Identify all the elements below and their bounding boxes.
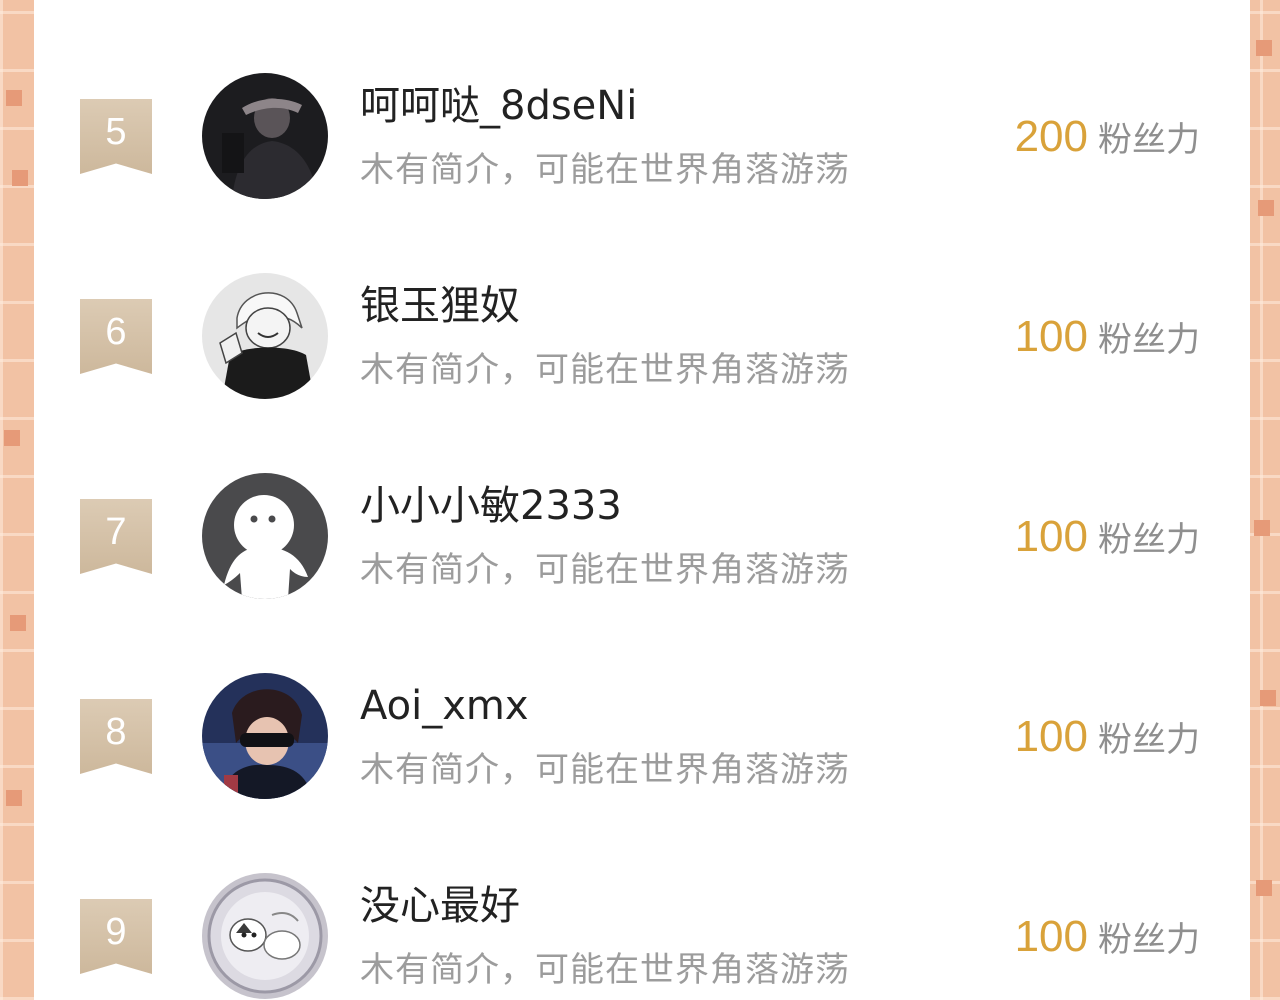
fan-power: 200 粉丝力 — [1015, 112, 1200, 162]
pattern-dot — [6, 790, 22, 806]
fan-power-value: 200 — [1014, 112, 1088, 161]
avatar-default[interactable] — [202, 473, 328, 599]
rank-badge: 6 — [80, 299, 152, 374]
pattern-dot — [1256, 880, 1272, 896]
user-bio: 木有简介，可能在世界角落游荡 — [360, 750, 850, 790]
left-background-pattern — [0, 0, 34, 1000]
fan-power-unit: 粉丝力 — [1098, 720, 1200, 760]
avatar-dark-photo[interactable] — [202, 73, 328, 199]
fan-power-unit: 粉丝力 — [1098, 320, 1200, 360]
user-bio: 木有简介，可能在世界角落游荡 — [360, 350, 850, 390]
rank-badge: 7 — [80, 499, 152, 574]
pattern-dot — [1256, 40, 1272, 56]
fan-power-value: 100 — [1014, 912, 1088, 961]
pattern-dot — [6, 90, 22, 106]
user-name[interactable]: 小小小敏2333 — [360, 480, 622, 532]
pattern-dot — [10, 615, 26, 631]
right-background-pattern — [1250, 0, 1280, 1000]
user-name[interactable]: 没心最好 — [360, 880, 520, 932]
rank-badge: 8 — [80, 699, 152, 774]
fan-power-unit: 粉丝力 — [1098, 520, 1200, 560]
fan-power: 100 粉丝力 — [1015, 512, 1200, 562]
user-bio: 木有简介，可能在世界角落游荡 — [360, 150, 850, 190]
avatar-anime-color[interactable] — [202, 673, 328, 799]
fan-power: 100 粉丝力 — [1015, 912, 1200, 962]
pattern-dot — [1260, 690, 1276, 706]
fan-power-value: 100 — [1014, 712, 1088, 761]
rank-badge: 9 — [80, 899, 152, 974]
fan-power-value: 100 — [1014, 312, 1088, 361]
pattern-dot — [1254, 520, 1270, 536]
avatar-anime-mono[interactable] — [202, 273, 328, 399]
rank-badge: 5 — [80, 99, 152, 174]
fan-power-unit: 粉丝力 — [1098, 120, 1200, 160]
pattern-dot — [1258, 200, 1274, 216]
fan-power-unit: 粉丝力 — [1098, 920, 1200, 960]
fan-power: 100 粉丝力 — [1015, 312, 1200, 362]
fan-power-value: 100 — [1014, 512, 1088, 561]
user-name[interactable]: 呵呵哒_8dseNi — [360, 80, 637, 132]
pattern-dot — [4, 430, 20, 446]
user-name[interactable]: 银玉狸奴 — [360, 280, 520, 332]
ranking-row[interactable]: 7 小小小敏2333 木有简介，可能在世界角落游荡 100 粉丝力 — [34, 400, 1250, 600]
ranking-row[interactable]: 9 没心最好 木有简介，可能在世界角落游荡 100 粉丝力 — [34, 800, 1250, 1000]
fan-power: 100 粉丝力 — [1015, 712, 1200, 762]
ranking-row[interactable]: 8 Aoi_xmx 木有简介，可能在世界角落游荡 100 粉丝力 — [34, 600, 1250, 800]
avatar-illustration[interactable] — [202, 873, 328, 999]
ranking-row[interactable]: 5 呵呵哒_8dseNi 木有简介，可能在世界角落游荡 200 粉丝力 — [34, 0, 1250, 200]
user-name[interactable]: Aoi_xmx — [360, 680, 529, 732]
ranking-row[interactable]: 6 银玉狸奴 木有简介，可能在世界角落游荡 100 粉丝力 — [34, 200, 1250, 400]
user-bio: 木有简介，可能在世界角落游荡 — [360, 550, 850, 590]
pattern-dot — [12, 170, 28, 186]
ranking-list: 5 呵呵哒_8dseNi 木有简介，可能在世界角落游荡 200 粉丝力 6 银玉… — [34, 0, 1250, 1000]
user-bio: 木有简介，可能在世界角落游荡 — [360, 950, 850, 990]
